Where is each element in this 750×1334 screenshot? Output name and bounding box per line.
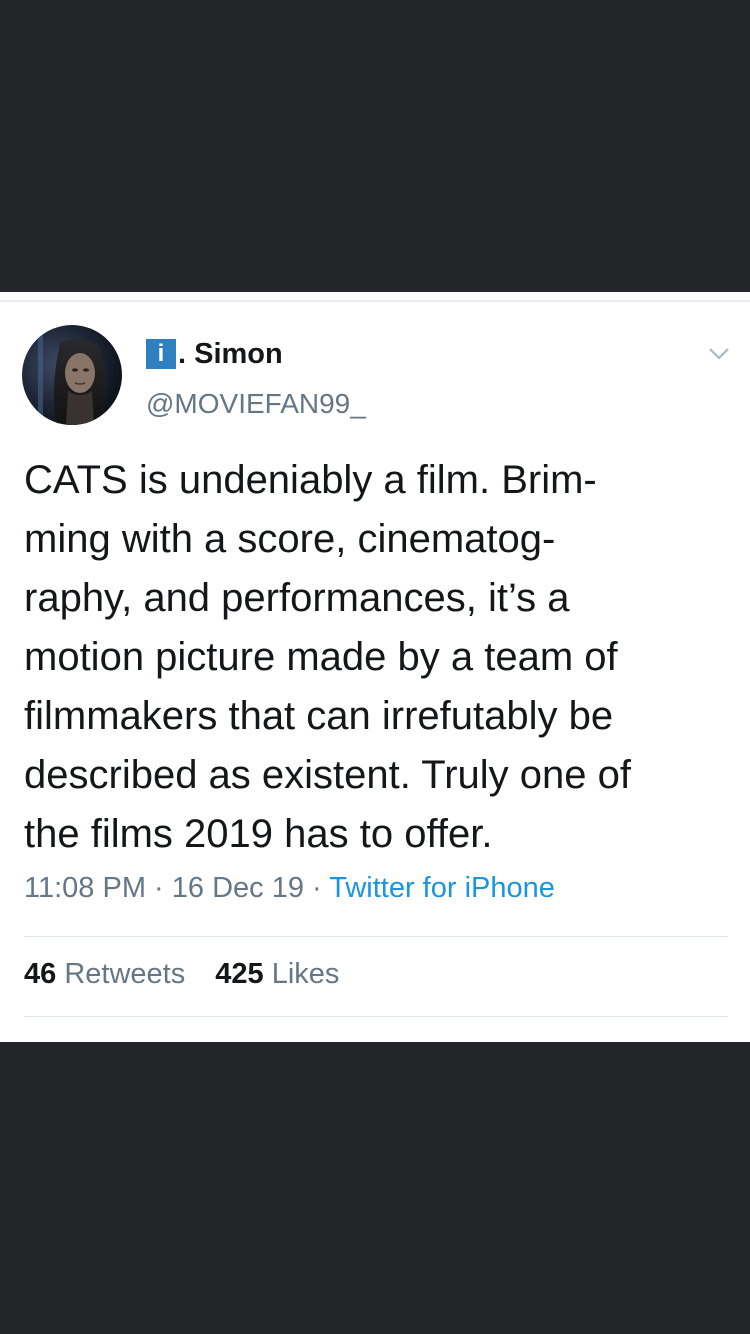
meta-separator: ·: [303, 872, 330, 904]
display-name-row[interactable]: i . Simon: [146, 336, 283, 372]
tweet-text: CATS is undeniably a film. Brim- ming wi…: [24, 458, 631, 856]
card-top-border: [0, 300, 750, 302]
divider: [24, 1016, 728, 1017]
retweets-count: 46: [24, 958, 57, 990]
bottom-dark-band: [0, 1042, 750, 1334]
tweet-date: 16 Dec 19: [171, 872, 304, 904]
user-handle[interactable]: @MOVIEFAN99_: [146, 388, 366, 420]
avatar[interactable]: [22, 325, 122, 425]
tweet-meta: 11:08 PM · 16 Dec 19 · Twitter for iPhon…: [24, 872, 555, 905]
retweets-label: Retweets: [64, 958, 186, 990]
likes-label: Likes: [271, 958, 340, 990]
likes-stat[interactable]: 425 Likes: [215, 958, 339, 990]
profile-photo-icon: [22, 325, 122, 425]
likes-count: 425: [215, 958, 264, 990]
meta-separator: ·: [145, 872, 172, 904]
retweets-stat[interactable]: 46 Retweets: [24, 958, 185, 990]
display-name: . Simon: [178, 337, 283, 370]
chevron-down-icon[interactable]: [706, 343, 732, 363]
top-dark-band: [0, 0, 750, 292]
tweet-time: 11:08 PM: [24, 872, 146, 904]
name-badge: i: [146, 339, 176, 369]
tweet-stats: 46 Retweets 425 Likes: [24, 958, 361, 991]
divider: [24, 936, 728, 937]
tweet-source-link[interactable]: Twitter for iPhone: [329, 872, 555, 904]
